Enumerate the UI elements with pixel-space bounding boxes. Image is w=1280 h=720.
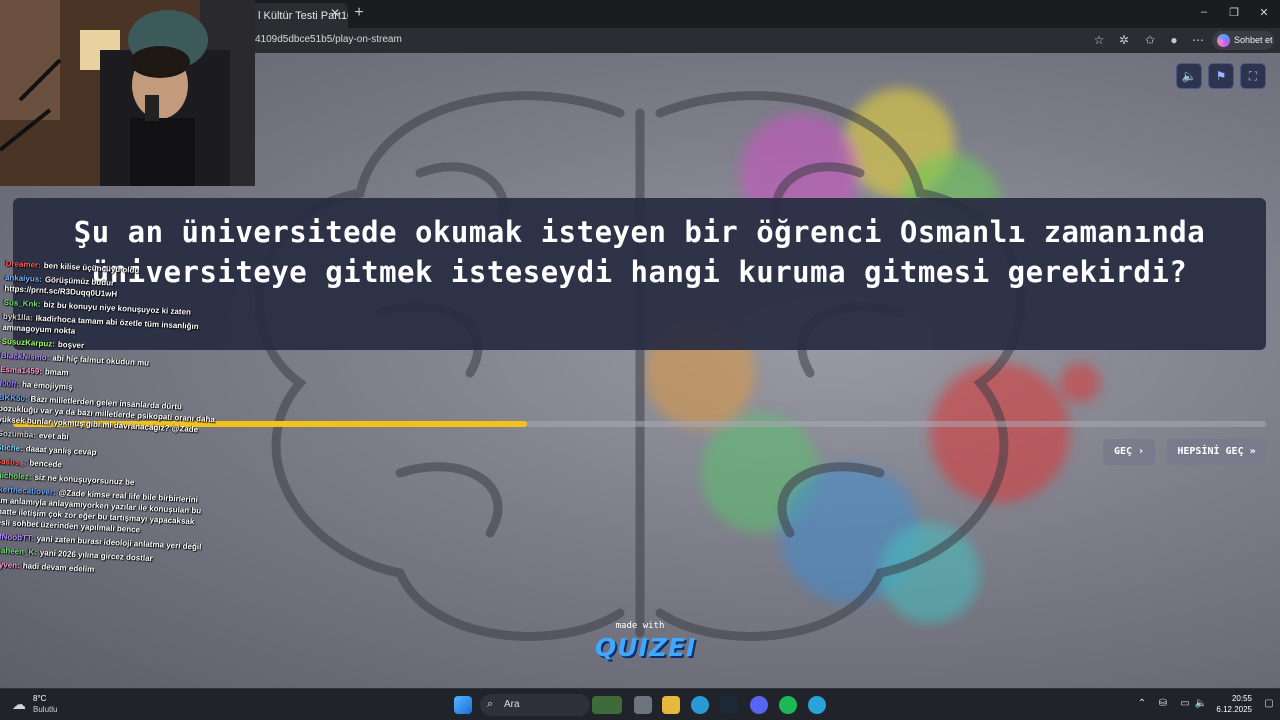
chat-username: micholez: xyxy=(0,470,32,482)
maximize-icon[interactable]: ❐ xyxy=(1224,6,1244,19)
quizei-logo[interactable]: QUIZEI xyxy=(595,633,695,662)
task-view-icon[interactable] xyxy=(634,696,652,714)
close-window-icon[interactable]: ✕ xyxy=(1254,6,1274,19)
chat-username: Stiche: xyxy=(0,442,23,454)
chat-text: bmam xyxy=(44,367,69,378)
weather-temperature[interactable]: 8°C xyxy=(33,694,46,703)
chat-username: SusuzKarpuz: xyxy=(1,336,56,349)
chat-text: yani 2026 yılına gircez dostlar xyxy=(39,548,153,564)
chat-username: Dreamer: xyxy=(5,258,42,270)
made-with-label: made with xyxy=(615,621,665,631)
favorites-icon[interactable]: ✩ xyxy=(1142,33,1158,47)
webcam-overlay xyxy=(0,0,255,186)
chat-text: hadi devam edelim xyxy=(22,561,95,575)
clock-date[interactable]: 6.12.2025 xyxy=(1204,705,1252,714)
sound-button[interactable]: 🔈 xyxy=(1176,63,1202,89)
chat-username: refNoobTT: xyxy=(0,531,34,543)
spotify-icon[interactable] xyxy=(779,696,797,714)
extensions-icon[interactable]: ✲ xyxy=(1116,33,1132,47)
edge-browser-icon[interactable] xyxy=(691,696,709,714)
steam-icon[interactable] xyxy=(720,696,738,714)
chat-username: BKK50: xyxy=(0,392,28,404)
report-button[interactable]: ⚑ xyxy=(1208,63,1234,89)
weather-description[interactable]: Bulutlu xyxy=(33,705,57,714)
chat-username: ankaiyus: xyxy=(4,272,43,284)
chat-text: siz ne konuşuyorsunuz be xyxy=(34,472,135,488)
copilot-label: Sohbet et xyxy=(1234,35,1273,45)
clock-time[interactable]: 20:55 xyxy=(1212,694,1252,703)
weather-cloud-icon[interactable]: ☁ xyxy=(12,696,26,713)
skip-button[interactable]: GEÇ › xyxy=(1103,439,1155,465)
chat-text: Bazı milletlerden gelen insanlarda dürtü… xyxy=(0,394,216,435)
chat-message: ilkerthecatlover: @Zade kimse real life b… xyxy=(0,484,214,539)
chat-username: Gozumba: xyxy=(0,428,37,440)
tab-close-icon[interactable]: ✕ xyxy=(328,6,342,20)
widgets-icon[interactable] xyxy=(592,696,622,714)
chat-username: byk1lla: xyxy=(2,311,33,323)
start-menu-icon[interactable] xyxy=(454,696,472,714)
search-label: Ara xyxy=(504,699,520,710)
profile-avatar-icon[interactable]: ● xyxy=(1166,33,1182,47)
chat-username: BlackNismo: xyxy=(0,350,50,363)
flag-icon: ⚑ xyxy=(1215,69,1227,83)
chat-username: ilkerthecatlover: xyxy=(0,484,56,497)
chat-username: Shaheen_K: xyxy=(0,545,38,558)
fullscreen-icon: ⛶ xyxy=(1248,69,1258,83)
url-field[interactable]: 4109d5dbce51b5/play-on-stream xyxy=(255,34,402,45)
new-tab-icon[interactable]: + xyxy=(352,4,366,22)
search-icon: ⌕ xyxy=(487,698,494,710)
skip-all-button[interactable]: HEPSİNİ GEÇ » xyxy=(1167,439,1266,465)
copilot-icon xyxy=(1217,34,1230,47)
chat-username: Dryven: xyxy=(0,559,20,571)
notification-icon[interactable]: ▢ xyxy=(1262,698,1276,709)
chat-text: evet abi xyxy=(38,430,69,442)
chat-username: Esma1459: xyxy=(0,364,43,377)
discord-icon[interactable] xyxy=(750,696,768,714)
fullscreen-button[interactable]: ⛶ xyxy=(1240,63,1266,89)
chat-text: ha emojiymiş xyxy=(21,380,73,392)
app-icon[interactable] xyxy=(808,696,826,714)
chat-username: f00ff: xyxy=(0,378,20,389)
minimize-icon[interactable]: – xyxy=(1194,6,1214,18)
streamer-webcam-image xyxy=(0,0,255,186)
taskbar: ☁ 8°C Bulutlu ⌕ Ara ⌃ ⛁ ▭ 🔈 20:55 6.12.2… xyxy=(0,688,1280,720)
chat-text: boşver xyxy=(57,339,85,351)
file-explorer-icon[interactable] xyxy=(662,696,680,714)
stream-chat-overlay: Dreamer: ben kilise üçüncüyü oldu ankaiyus… xyxy=(0,258,226,599)
tray-app-icon[interactable]: ⛁ xyxy=(1156,698,1170,709)
speaker-icon: 🔈 xyxy=(1181,69,1197,83)
more-menu-icon[interactable]: ⋯ xyxy=(1190,33,1206,47)
copilot-button[interactable]: Sohbet et xyxy=(1212,31,1274,50)
taskbar-search[interactable]: ⌕ Ara xyxy=(480,694,590,716)
tray-chevron-icon[interactable]: ⌃ xyxy=(1135,698,1149,709)
chat-text: daaat yanlış cevap xyxy=(25,444,97,457)
chat-username: Sus_Knk: xyxy=(3,297,41,309)
favorite-star-icon[interactable]: ☆ xyxy=(1091,33,1107,47)
network-icon[interactable]: ▭ xyxy=(1178,698,1192,709)
chat-text: bencede xyxy=(29,458,63,470)
chat-username: Basbs_: xyxy=(0,456,27,468)
chat-text: abi hiç falmut okudun mu xyxy=(52,353,150,368)
